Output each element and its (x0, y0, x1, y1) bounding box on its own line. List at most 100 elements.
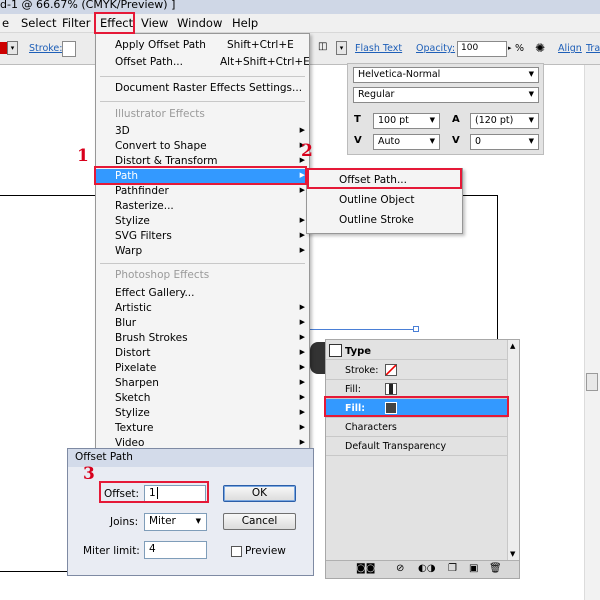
miter-limit-input[interactable]: 4 (144, 541, 207, 559)
miter-limit-label: Miter limit: (83, 545, 140, 557)
menu-item-offset-path[interactable]: Offset Path... Alt+Shift+Ctrl+E (96, 55, 309, 70)
joins-select[interactable]: Miter ▼ (144, 513, 207, 531)
flash-text-link[interactable]: Flash Text (355, 43, 402, 54)
font-size-field[interactable]: 100 pt ▼ (373, 113, 440, 129)
selection-bounding-line (310, 329, 416, 330)
cancel-button[interactable]: Cancel (223, 513, 296, 530)
font-family-select[interactable]: Helvetica-Normal ▼ (353, 67, 539, 83)
menu-separator (100, 76, 305, 77)
leading-icon: A (452, 114, 460, 125)
submenu-arrow-icon: ▶ (299, 318, 305, 326)
brush-icon[interactable]: ◫ (318, 41, 332, 56)
font-size-icon: T (354, 114, 361, 125)
menu-item-distort[interactable]: Distort ▶ (96, 346, 309, 361)
chevron-down-icon: ▼ (528, 137, 534, 145)
appearance-type-row[interactable]: Type (326, 342, 508, 360)
scroll-down-icon[interactable]: ▼ (510, 550, 515, 558)
menu-filter[interactable]: Filter (62, 16, 90, 30)
recolor-gear-icon[interactable]: ✺ (535, 41, 545, 55)
menu-item-effect-gallery[interactable]: Effect Gallery... (96, 286, 309, 301)
align-link[interactable]: Align (558, 43, 582, 54)
menu-item-convert-to-shape[interactable]: Convert to Shape ▶ (96, 139, 309, 154)
annotation-offset-path-box (307, 168, 462, 189)
appearance-panel-scrollbar[interactable]: ▲ ▼ (507, 340, 519, 562)
clear-appearance-icon[interactable]: ⊘ (396, 563, 404, 574)
menu-item-raster-settings[interactable]: Document Raster Effects Settings... (96, 81, 309, 96)
preview-checkbox[interactable] (231, 546, 242, 557)
appearance-stroke-row[interactable]: Stroke: (326, 361, 508, 380)
toggle-visibility-icon[interactable]: ◙◙ (356, 563, 375, 574)
chevron-down-icon: ▼ (429, 137, 435, 145)
submenu-arrow-icon: ▶ (299, 126, 305, 134)
menu-separator (100, 101, 305, 102)
menu-item-brush-strokes[interactable]: Brush Strokes ▶ (96, 331, 309, 346)
leading-field[interactable]: (120 pt) ▼ (470, 113, 539, 129)
duplicate-item-icon[interactable]: ❐ (448, 563, 457, 574)
menu-item-texture[interactable]: Texture ▶ (96, 421, 309, 436)
submenu-arrow-icon: ▶ (299, 231, 305, 239)
trash-icon[interactable]: 🗑 (489, 563, 502, 574)
menu-type[interactable]: e (2, 16, 9, 30)
transform-link[interactable]: Tra (586, 43, 600, 54)
menu-item-apply-offset-path[interactable]: Apply Offset Path Shift+Ctrl+E (96, 38, 309, 53)
annotation-fill-row-box (324, 396, 509, 417)
reduce-basic-appearance-icon[interactable]: ◐◑ (418, 563, 435, 574)
submenu-arrow-icon: ▶ (299, 303, 305, 311)
stroke-none-swatch-icon[interactable] (385, 364, 397, 376)
opacity-field[interactable]: 100 (457, 41, 507, 57)
menu-item-pixelate[interactable]: Pixelate ▶ (96, 361, 309, 376)
opacity-label[interactable]: Opacity: (416, 43, 455, 54)
menu-item-artistic[interactable]: Artistic ▶ (96, 301, 309, 316)
menu-select[interactable]: Select (21, 16, 56, 30)
step-number-3: 3 (83, 464, 95, 484)
submenu-arrow-icon: ▶ (299, 438, 305, 446)
appearance-characters-row[interactable]: Characters (326, 418, 508, 437)
menu-item-svg-filters[interactable]: SVG Filters ▶ (96, 229, 309, 244)
submenu-arrow-icon: ▶ (299, 333, 305, 341)
opacity-unit: % (515, 43, 525, 54)
stroke-color-icon[interactable] (0, 42, 7, 54)
opacity-arrow-icon[interactable]: ▸ (508, 44, 512, 52)
menu-item-stylize-ps[interactable]: Stylize ▶ (96, 406, 309, 421)
scrollbar-thumb[interactable] (586, 373, 598, 391)
tracking-icon: V (452, 135, 460, 146)
illustrator-effects-header: Illustrator Effects (115, 108, 205, 120)
stroke-label[interactable]: Stroke: (29, 43, 62, 54)
text-object-fragment[interactable] (310, 342, 325, 374)
menu-window[interactable]: Window (177, 16, 222, 30)
menu-item-warp[interactable]: Warp ▶ (96, 244, 309, 259)
menu-item-stylize[interactable]: Stylize ▶ (96, 214, 309, 229)
menu-item-blur[interactable]: Blur ▶ (96, 316, 309, 331)
new-item-icon[interactable]: ▣ (469, 563, 478, 574)
joins-label: Joins: (110, 516, 139, 528)
kerning-icon: V (354, 135, 362, 146)
menu-item-rasterize[interactable]: Rasterize... (96, 199, 309, 214)
menu-item-3d[interactable]: 3D ▶ (96, 124, 309, 139)
stroke-weight-field[interactable] (62, 41, 76, 57)
scroll-up-icon[interactable]: ▲ (510, 342, 515, 350)
kerning-field[interactable]: Auto ▼ (373, 134, 440, 150)
submenu-item-outline-object[interactable]: Outline Object (307, 191, 464, 211)
menu-help[interactable]: Help (232, 16, 258, 30)
ok-button[interactable]: OK (223, 485, 296, 502)
menu-item-sharpen[interactable]: Sharpen ▶ (96, 376, 309, 391)
annotation-offset-field-box (99, 481, 209, 503)
selection-handle[interactable] (413, 326, 419, 332)
effect-menu: Apply Offset Path Shift+Ctrl+E Offset Pa… (95, 33, 310, 451)
menu-view[interactable]: View (141, 16, 168, 30)
type-thumbnail-icon (329, 344, 342, 357)
submenu-item-outline-stroke[interactable]: Outline Stroke (307, 211, 464, 231)
tracking-field[interactable]: 0 ▼ (470, 134, 539, 150)
menu-item-pathfinder[interactable]: Pathfinder ▶ (96, 184, 309, 199)
chevron-down-icon: ▼ (528, 116, 534, 124)
step-number-1: 1 (77, 146, 89, 166)
appearance-transparency-row[interactable]: Default Transparency (326, 437, 508, 456)
fill-swatch-icon[interactable] (385, 383, 397, 395)
stroke-dropdown-arrow[interactable]: ▾ (7, 41, 18, 55)
submenu-arrow-icon: ▶ (299, 348, 305, 356)
menu-item-sketch[interactable]: Sketch ▶ (96, 391, 309, 406)
artboard-edge-top-right (463, 195, 498, 196)
brush-dropdown-arrow[interactable]: ▾ (336, 41, 347, 55)
font-style-select[interactable]: Regular ▼ (353, 87, 539, 103)
vertical-scrollbar[interactable] (584, 65, 600, 600)
